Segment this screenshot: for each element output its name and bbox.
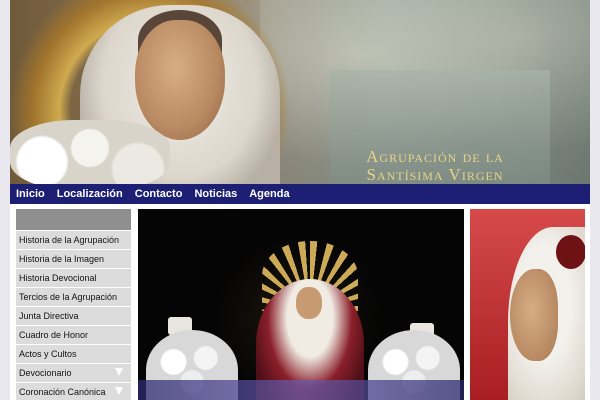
header-banner: Agrupación de la Santísima Virgen <box>10 0 590 184</box>
nav-inicio[interactable]: Inicio <box>16 188 45 200</box>
site-title: Agrupación de la Santísima Virgen <box>320 148 550 184</box>
submenu-arrow-icon <box>115 387 123 395</box>
sidebar-item-tercios[interactable]: Tercios de la Agrupación <box>16 288 131 307</box>
sidebar-item-label: Junta Directiva <box>19 311 79 321</box>
site-title-line1: Agrupación de la <box>366 147 504 166</box>
sidebar-header <box>16 209 131 230</box>
banner-flowers <box>10 120 170 184</box>
sidebar-menu: Historia de la Agrupación Historia de la… <box>16 209 131 400</box>
sidebar-item-historia-devocional[interactable]: Historia Devocional <box>16 269 131 288</box>
sidebar-item-label: Historia Devocional <box>19 273 97 283</box>
sidebar-item-historia-imagen[interactable]: Historia de la Imagen <box>16 250 131 269</box>
side-photo-cap <box>556 235 585 269</box>
banner-face <box>135 20 225 140</box>
main-nav: Inicio Localización Contacto Noticias Ag… <box>10 184 590 204</box>
sidebar-item-junta-directiva[interactable]: Junta Directiva <box>16 307 131 326</box>
sidebar-item-label: Historia de la Agrupación <box>19 235 120 245</box>
photo-face <box>296 287 322 319</box>
sidebar-item-label: Tercios de la Agrupación <box>19 292 118 302</box>
sidebar-item-coronacion-canonica[interactable]: Coronación Canónica <box>16 383 131 400</box>
sidebar-item-label: Historia de la Imagen <box>19 254 105 264</box>
nav-localizacion[interactable]: Localización <box>57 188 123 200</box>
sidebar-item-label: Coronación Canónica <box>19 387 106 397</box>
side-photo-face <box>510 269 558 361</box>
submenu-arrow-icon <box>115 368 123 376</box>
sidebar-item-historia-agrupacion[interactable]: Historia de la Agrupación <box>16 231 131 250</box>
side-photo <box>470 209 585 400</box>
photo-base <box>138 380 464 400</box>
nav-contacto[interactable]: Contacto <box>135 188 183 200</box>
main-photo <box>138 209 464 400</box>
sidebar-item-label: Cuadro de Honor <box>19 330 89 340</box>
nav-agenda[interactable]: Agenda <box>249 188 289 200</box>
sidebar-item-devocionario[interactable]: Devocionario <box>16 364 131 383</box>
sidebar-item-actos-cultos[interactable]: Actos y Cultos <box>16 345 131 364</box>
sidebar-item-cuadro-honor[interactable]: Cuadro de Honor <box>16 326 131 345</box>
sidebar-item-label: Devocionario <box>19 368 72 378</box>
nav-noticias[interactable]: Noticias <box>194 188 237 200</box>
sidebar-item-label: Actos y Cultos <box>19 349 77 359</box>
page-frame: Agrupación de la Santísima Virgen Inicio… <box>10 0 590 400</box>
site-title-line2: Santísima Virgen <box>366 165 504 184</box>
